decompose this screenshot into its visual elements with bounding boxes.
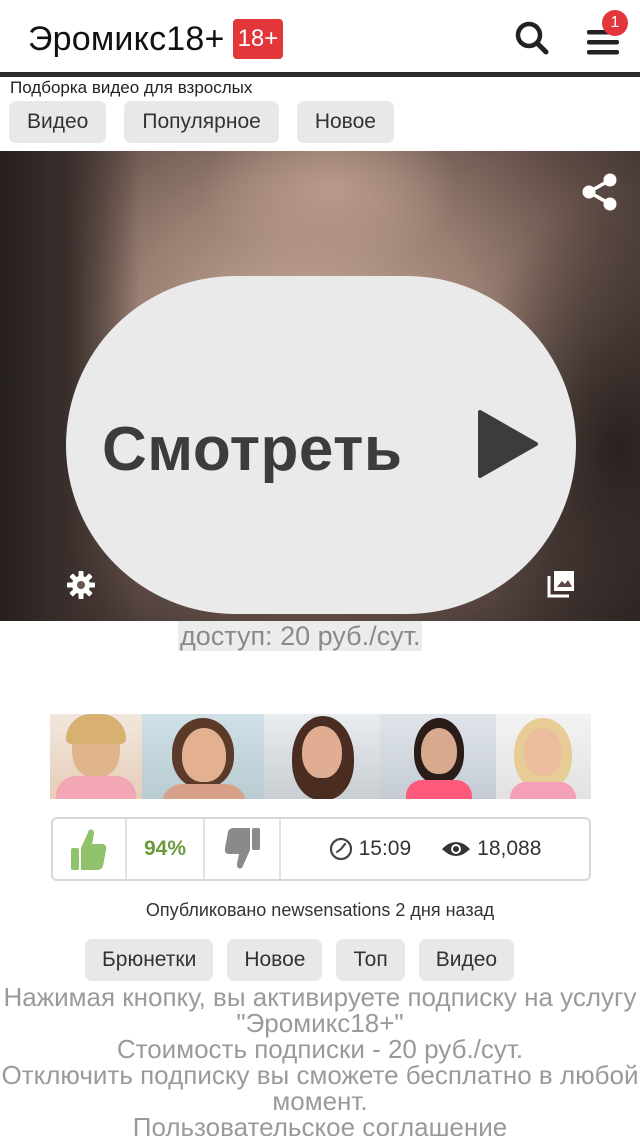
terms-line: Стоимость подписки - 20 руб./сут.: [116, 1034, 524, 1064]
user-agreement-link[interactable]: Пользовательское соглашение: [0, 1114, 640, 1136]
performer-thumbnails: [50, 714, 591, 799]
logo-text: Эромикс18+: [28, 19, 225, 58]
thumbs-down-icon: [224, 828, 260, 869]
published-info: Опубликовано newsensations 2 дня назад: [145, 900, 495, 920]
play-icon: [478, 410, 538, 478]
header-divider: [0, 72, 640, 77]
like-button[interactable]: [53, 819, 127, 879]
subscription-terms: Нажимая кнопку, вы активируете подписку …: [0, 984, 640, 1136]
meta-cell: 15:09 18,088: [281, 819, 589, 879]
search-button[interactable]: [510, 16, 554, 60]
views-value: 18,088: [477, 837, 542, 860]
tag-top-button[interactable]: Топ: [336, 939, 405, 981]
thumbnail[interactable]: [496, 714, 591, 799]
site-logo[interactable]: Эромикс18+ 18+: [28, 16, 284, 62]
duration-value: 15:09: [358, 837, 412, 860]
video-stats: 94% 15:09 18,088: [51, 817, 591, 881]
site-header: Эромикс18+ 18+ 1: [0, 0, 640, 72]
thumbs-up-icon: [71, 829, 107, 870]
notification-badge: 1: [602, 10, 628, 36]
gallery-icon[interactable]: [547, 570, 575, 598]
views: 18,088: [441, 837, 541, 861]
thumbnail[interactable]: [380, 714, 496, 799]
nav-video-button[interactable]: Видео: [9, 101, 107, 143]
settings-gear-icon[interactable]: [66, 570, 96, 600]
thumbnail[interactable]: [264, 714, 380, 799]
tag-video-button[interactable]: Видео: [418, 939, 515, 981]
nav-popular-button[interactable]: Популярное: [124, 101, 279, 143]
terms-line: Отключить подписку вы сможете бесплатно …: [1, 1060, 639, 1116]
tag-new-button[interactable]: Новое: [227, 939, 323, 981]
dislike-button[interactable]: [205, 819, 281, 879]
price-text: доступ: 20 руб./сут.: [178, 621, 423, 651]
clock-icon: [329, 837, 352, 861]
tag-list: Брюнетки Новое Топ Видео: [85, 939, 515, 981]
thumbnail[interactable]: [50, 714, 142, 799]
watch-button[interactable]: Смотреть: [66, 276, 576, 614]
nav-new-button[interactable]: Новое: [296, 101, 394, 143]
duration: 15:09: [329, 837, 412, 861]
rating-cell: 94%: [127, 819, 205, 879]
watch-label: Смотреть: [102, 415, 403, 484]
site-tagline: Подборка видео для взрослых: [10, 78, 253, 97]
menu-button[interactable]: 1: [580, 10, 628, 60]
blurred-preview: [200, 151, 460, 271]
tag-brunettes-button[interactable]: Брюнетки: [85, 939, 214, 981]
rating-percent: 94%: [143, 837, 187, 860]
share-icon[interactable]: [580, 172, 620, 212]
thumbnail[interactable]: [142, 714, 264, 799]
age-badge: 18+: [232, 19, 284, 59]
terms-line: Нажимая кнопку, вы активируете подписку …: [3, 982, 637, 1038]
eye-icon: [442, 842, 471, 856]
top-nav: Видео Популярное Новое: [9, 101, 394, 143]
search-icon: [515, 21, 549, 55]
